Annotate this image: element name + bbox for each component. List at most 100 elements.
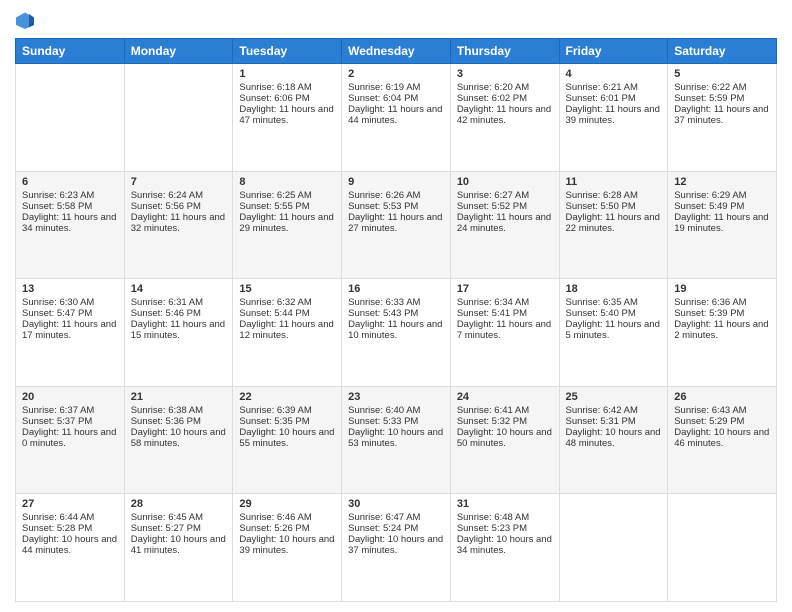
calendar-cell: 24 Sunrise: 6:41 AM Sunset: 5:32 PM Dayl… <box>450 386 559 494</box>
day-header-sunday: Sunday <box>16 39 125 64</box>
day-number: 11 <box>566 176 662 188</box>
sunrise-text: Sunrise: 6:48 AM <box>457 512 529 523</box>
calendar-cell: 14 Sunrise: 6:31 AM Sunset: 5:46 PM Dayl… <box>124 279 233 387</box>
sunrise-text: Sunrise: 6:33 AM <box>348 297 420 308</box>
sunrise-text: Sunrise: 6:31 AM <box>131 297 203 308</box>
daylight-text: Daylight: 10 hours and 37 minutes. <box>348 534 443 556</box>
day-number: 6 <box>22 176 118 188</box>
daylight-text: Daylight: 10 hours and 44 minutes. <box>22 534 117 556</box>
day-number: 16 <box>348 283 444 295</box>
sunrise-text: Sunrise: 6:40 AM <box>348 405 420 416</box>
calendar-cell: 27 Sunrise: 6:44 AM Sunset: 5:28 PM Dayl… <box>16 494 125 602</box>
sunset-text: Sunset: 5:43 PM <box>348 308 418 319</box>
day-number: 31 <box>457 498 553 510</box>
week-row-5: 27 Sunrise: 6:44 AM Sunset: 5:28 PM Dayl… <box>16 494 777 602</box>
sunrise-text: Sunrise: 6:47 AM <box>348 512 420 523</box>
day-number: 1 <box>239 68 335 80</box>
sunrise-text: Sunrise: 6:26 AM <box>348 190 420 201</box>
sunrise-text: Sunrise: 6:45 AM <box>131 512 203 523</box>
daylight-text: Daylight: 10 hours and 41 minutes. <box>131 534 226 556</box>
daylight-text: Daylight: 11 hours and 19 minutes. <box>674 212 768 234</box>
day-header-thursday: Thursday <box>450 39 559 64</box>
day-number: 9 <box>348 176 444 188</box>
calendar-cell: 21 Sunrise: 6:38 AM Sunset: 5:36 PM Dayl… <box>124 386 233 494</box>
day-number: 27 <box>22 498 118 510</box>
sunrise-text: Sunrise: 6:25 AM <box>239 190 311 201</box>
day-number: 7 <box>131 176 227 188</box>
day-number: 19 <box>674 283 770 295</box>
calendar-cell: 18 Sunrise: 6:35 AM Sunset: 5:40 PM Dayl… <box>559 279 668 387</box>
sunrise-text: Sunrise: 6:37 AM <box>22 405 94 416</box>
sunset-text: Sunset: 5:50 PM <box>566 201 636 212</box>
sunset-text: Sunset: 5:46 PM <box>131 308 201 319</box>
sunrise-text: Sunrise: 6:34 AM <box>457 297 529 308</box>
sunrise-text: Sunrise: 6:42 AM <box>566 405 638 416</box>
daylight-text: Daylight: 11 hours and 47 minutes. <box>239 104 333 126</box>
daylight-text: Daylight: 11 hours and 17 minutes. <box>22 319 116 341</box>
day-number: 2 <box>348 68 444 80</box>
week-row-4: 20 Sunrise: 6:37 AM Sunset: 5:37 PM Dayl… <box>16 386 777 494</box>
day-number: 20 <box>22 391 118 403</box>
day-header-friday: Friday <box>559 39 668 64</box>
sunrise-text: Sunrise: 6:29 AM <box>674 190 746 201</box>
calendar-cell: 5 Sunrise: 6:22 AM Sunset: 5:59 PM Dayli… <box>668 64 777 172</box>
calendar-cell: 29 Sunrise: 6:46 AM Sunset: 5:26 PM Dayl… <box>233 494 342 602</box>
calendar-cell: 12 Sunrise: 6:29 AM Sunset: 5:49 PM Dayl… <box>668 171 777 279</box>
sunset-text: Sunset: 6:06 PM <box>239 93 309 104</box>
sunset-text: Sunset: 5:39 PM <box>674 308 744 319</box>
day-number: 4 <box>566 68 662 80</box>
week-row-3: 13 Sunrise: 6:30 AM Sunset: 5:47 PM Dayl… <box>16 279 777 387</box>
sunrise-text: Sunrise: 6:23 AM <box>22 190 94 201</box>
sunrise-text: Sunrise: 6:46 AM <box>239 512 311 523</box>
day-number: 13 <box>22 283 118 295</box>
sunrise-text: Sunrise: 6:44 AM <box>22 512 94 523</box>
calendar-cell <box>668 494 777 602</box>
calendar-cell <box>16 64 125 172</box>
sunset-text: Sunset: 5:47 PM <box>22 308 92 319</box>
daylight-text: Daylight: 10 hours and 34 minutes. <box>457 534 552 556</box>
sunset-text: Sunset: 5:36 PM <box>131 416 201 427</box>
sunrise-text: Sunrise: 6:30 AM <box>22 297 94 308</box>
calendar-cell: 8 Sunrise: 6:25 AM Sunset: 5:55 PM Dayli… <box>233 171 342 279</box>
day-number: 14 <box>131 283 227 295</box>
daylight-text: Daylight: 10 hours and 50 minutes. <box>457 427 552 449</box>
sunset-text: Sunset: 5:40 PM <box>566 308 636 319</box>
day-number: 26 <box>674 391 770 403</box>
daylight-text: Daylight: 11 hours and 5 minutes. <box>566 319 660 341</box>
daylight-text: Daylight: 11 hours and 2 minutes. <box>674 319 768 341</box>
daylight-text: Daylight: 10 hours and 53 minutes. <box>348 427 443 449</box>
calendar-cell: 16 Sunrise: 6:33 AM Sunset: 5:43 PM Dayl… <box>342 279 451 387</box>
day-header-monday: Monday <box>124 39 233 64</box>
calendar-cell: 9 Sunrise: 6:26 AM Sunset: 5:53 PM Dayli… <box>342 171 451 279</box>
calendar-cell: 26 Sunrise: 6:43 AM Sunset: 5:29 PM Dayl… <box>668 386 777 494</box>
sunset-text: Sunset: 5:23 PM <box>457 523 527 534</box>
day-number: 5 <box>674 68 770 80</box>
day-number: 24 <box>457 391 553 403</box>
sunrise-text: Sunrise: 6:21 AM <box>566 82 638 93</box>
calendar-cell <box>124 64 233 172</box>
sunset-text: Sunset: 5:33 PM <box>348 416 418 427</box>
daylight-text: Daylight: 11 hours and 12 minutes. <box>239 319 333 341</box>
calendar-cell <box>559 494 668 602</box>
page: SundayMondayTuesdayWednesdayThursdayFrid… <box>0 0 792 612</box>
calendar-cell: 17 Sunrise: 6:34 AM Sunset: 5:41 PM Dayl… <box>450 279 559 387</box>
sunset-text: Sunset: 5:31 PM <box>566 416 636 427</box>
sunset-text: Sunset: 5:59 PM <box>674 93 744 104</box>
sunset-text: Sunset: 5:56 PM <box>131 201 201 212</box>
calendar-cell: 30 Sunrise: 6:47 AM Sunset: 5:24 PM Dayl… <box>342 494 451 602</box>
calendar-cell: 15 Sunrise: 6:32 AM Sunset: 5:44 PM Dayl… <box>233 279 342 387</box>
calendar-cell: 11 Sunrise: 6:28 AM Sunset: 5:50 PM Dayl… <box>559 171 668 279</box>
daylight-text: Daylight: 10 hours and 48 minutes. <box>566 427 661 449</box>
sunset-text: Sunset: 5:58 PM <box>22 201 92 212</box>
day-number: 17 <box>457 283 553 295</box>
calendar-cell: 22 Sunrise: 6:39 AM Sunset: 5:35 PM Dayl… <box>233 386 342 494</box>
day-number: 30 <box>348 498 444 510</box>
daylight-text: Daylight: 10 hours and 55 minutes. <box>239 427 334 449</box>
calendar-cell: 10 Sunrise: 6:27 AM Sunset: 5:52 PM Dayl… <box>450 171 559 279</box>
daylight-text: Daylight: 11 hours and 29 minutes. <box>239 212 333 234</box>
sunset-text: Sunset: 5:44 PM <box>239 308 309 319</box>
sunrise-text: Sunrise: 6:28 AM <box>566 190 638 201</box>
sunset-text: Sunset: 5:41 PM <box>457 308 527 319</box>
sunrise-text: Sunrise: 6:24 AM <box>131 190 203 201</box>
day-number: 22 <box>239 391 335 403</box>
